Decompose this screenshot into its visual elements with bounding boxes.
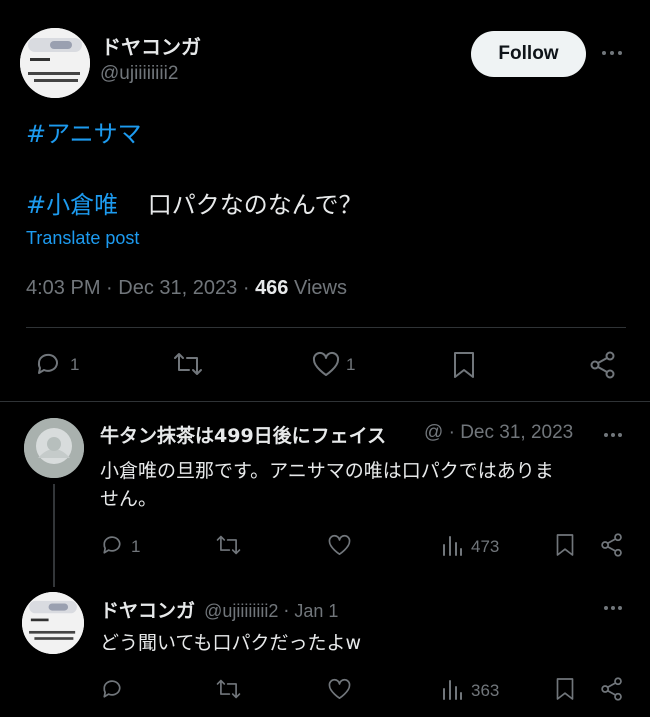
more-icon[interactable] [600,46,624,60]
reply-text: どう聞いても口パクだったよw [100,632,362,654]
reply-date[interactable]: Jan 1 [294,601,338,621]
reply-text-line: 小倉唯の旦那です。アニサマの唯は口パクではありま [100,460,554,482]
retweet-icon[interactable] [215,677,242,701]
more-icon[interactable] [603,430,623,440]
translate-post-link[interactable]: Translate post [26,228,139,249]
meta-dot: · [283,601,290,622]
views-icon[interactable] [441,677,463,701]
reply-icon[interactable] [100,677,124,701]
divider [0,401,650,402]
share-icon[interactable] [600,533,624,557]
at-symbol: @ [424,422,444,443]
post-date[interactable]: Dec 31, 2023 [118,277,237,299]
bookmark-icon[interactable] [555,532,575,558]
share-icon[interactable] [589,351,617,379]
post-text: 口パクなのなんで？ [147,191,363,219]
like-count: 1 [346,355,356,374]
reply-author-name[interactable]: ドヤコンガ [100,600,195,622]
views-count: 473 [471,537,500,556]
reply-author-name[interactable]: 牛タン抹茶は499日後にフェイス [100,425,386,447]
post-meta: 4:03 PM · Dec 31, 2023 · 466 Views [26,277,347,300]
views-icon[interactable] [441,533,463,557]
share-icon[interactable] [600,677,624,701]
bookmark-icon[interactable] [452,350,476,380]
reply-icon[interactable] [34,350,62,378]
reply-author-handle[interactable]: @ujiiiiiiii2 [204,601,278,621]
follow-button[interactable]: Follow [471,31,586,77]
reply-count: 1 [131,537,141,556]
reply-date[interactable]: Dec 31, 2023 [460,422,573,443]
reply-avatar[interactable] [24,418,84,478]
like-icon[interactable] [311,351,341,377]
retweet-icon[interactable] [172,350,204,378]
meta-dot: · [106,277,113,299]
views-count: 363 [471,681,500,700]
reply-count: 1 [70,355,80,374]
post-body: #小倉唯 口パクなのなんで？ [26,185,363,220]
post-time[interactable]: 4:03 PM [26,277,100,299]
reply-icon[interactable] [100,533,124,557]
retweet-icon[interactable] [215,533,242,557]
author-handle[interactable]: @ujiiiiiiii2 [100,63,178,85]
reply-text-line: せん。 [100,488,158,510]
reply-avatar[interactable] [22,592,84,654]
author-name[interactable]: ドヤコンガ [101,31,201,60]
reply-text: 小倉唯の旦那です。アニサマの唯は口パクではありま せん。 [100,457,554,513]
reply-header: ドヤコンガ @ujiiiiiiii2 · Jan 1 [100,596,338,623]
hashtag-anisama[interactable]: #アニサマ [26,114,142,149]
reply-header: 牛タン抹茶は499日後にフェイス [100,421,386,448]
thread-line [53,484,55,587]
more-icon[interactable] [603,603,623,613]
views-label: Views [294,277,347,299]
reply-meta: @ · Dec 31, 2023 [424,422,573,444]
meta-dot: · [448,422,455,443]
divider [26,327,626,328]
views-count: 466 [255,277,289,299]
like-icon[interactable] [327,534,352,556]
meta-dot: · [242,277,250,299]
like-icon[interactable] [327,678,352,700]
bookmark-icon[interactable] [555,676,575,702]
author-avatar[interactable] [20,28,90,98]
hashtag-ogura-yui[interactable]: #小倉唯 [26,191,118,219]
